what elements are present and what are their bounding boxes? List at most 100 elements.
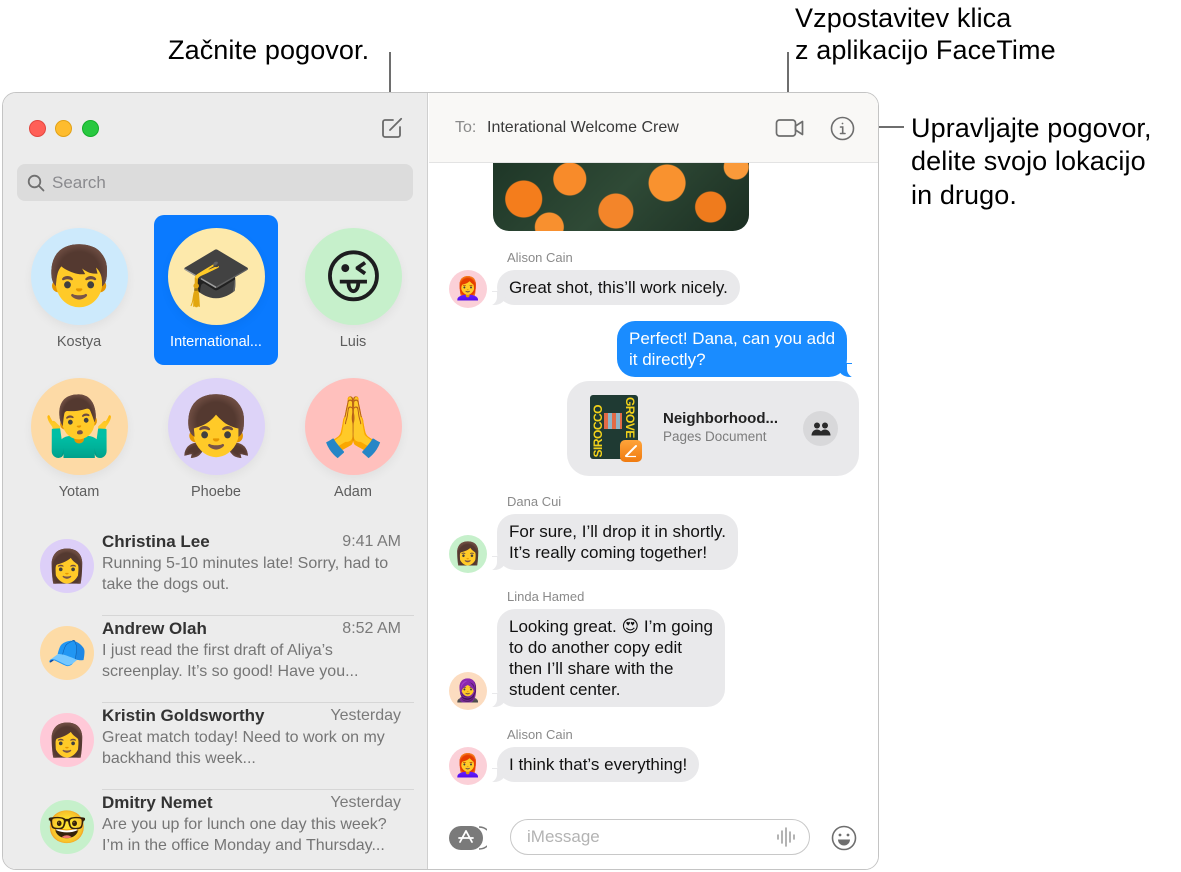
conversation-preview: Great match today! Need to work on my ba… [102, 729, 385, 767]
pinned-item-label: Luis [339, 334, 367, 350]
callout-info-line1: Upravljajte pogovor, [911, 113, 1152, 143]
video-camera-icon [775, 119, 804, 137]
avatar: 👩‍🦰 [449, 270, 487, 308]
compose-button[interactable] [380, 116, 404, 140]
message-text-line: it directly? [629, 350, 706, 369]
pinned-item-label: International... [170, 334, 262, 350]
pinned-conversations: 👦 Kostya 🎓 International... 😜 Luis 🤷‍♂️ … [3, 215, 428, 515]
apps-button[interactable] [449, 825, 492, 851]
avatar: 🧢 [40, 626, 94, 680]
zoom-window-button[interactable] [82, 120, 99, 137]
document-title: Neighborhood... [663, 410, 778, 427]
search-icon [27, 174, 45, 191]
thumbnail-text: SIROCCO [591, 405, 605, 458]
message-text-line: then I’ll share with the [509, 659, 674, 678]
sender-name: Alison Cain [507, 727, 573, 742]
conversation-time: 8:52 AM [342, 620, 401, 637]
avatar: 🤓 [40, 800, 94, 854]
message-input[interactable] [527, 827, 775, 847]
group-avatar: 🎓 [168, 228, 265, 325]
people-icon [811, 422, 830, 435]
conversation-item[interactable]: 👩 Christina Lee 9:41 AM Running 5-10 min… [3, 529, 428, 616]
conversation-list: 👩 Christina Lee 9:41 AM Running 5-10 min… [3, 529, 428, 869]
recipient-name[interactable]: Interational Welcome Crew [487, 119, 679, 137]
message-bubble: For sure, I’ll drop it in shortly. It’s … [488, 514, 738, 571]
photo-attachment[interactable] [493, 151, 749, 231]
chat-header: To: Interational Welcome Crew [429, 93, 878, 163]
close-window-button[interactable] [29, 120, 46, 137]
pinned-item-yotam[interactable]: 🤷‍♂️ Yotam [17, 365, 141, 515]
conversation-name: Andrew Olah [102, 619, 207, 638]
emoji-button[interactable] [831, 825, 857, 851]
info-icon [830, 116, 855, 141]
minimize-window-button[interactable] [55, 120, 72, 137]
audio-message-button[interactable] [775, 826, 797, 848]
avatar: 👩 [40, 539, 94, 593]
conversation-time: Yesterday [330, 794, 401, 811]
avatar: 👧 [168, 378, 265, 475]
pinned-item-phoebe[interactable]: 👧 Phoebe [154, 365, 278, 515]
message-text: I think that’s everything! [509, 755, 688, 774]
sender-name: Dana Cui [507, 494, 562, 509]
pinned-item-label: Yotam [58, 484, 100, 500]
avatar: 😜 [305, 228, 402, 325]
sender-name: Linda Hamed [507, 589, 585, 604]
conversation-item[interactable]: 👩 Kristin Goldsworthy Yesterday Great ma… [3, 703, 428, 790]
thumbnail-text: GROVE [623, 397, 637, 438]
callout-facetime-line1: Vzpostavitev klica [795, 3, 1012, 33]
composer [429, 801, 878, 869]
document-type: Pages Document [663, 429, 767, 444]
avatar: 👩 [40, 713, 94, 767]
sidebar: 👦 Kostya 🎓 International... 😜 Luis 🤷‍♂️ … [3, 93, 428, 869]
search-input[interactable] [52, 172, 392, 193]
pinned-item-international-welcome-crew[interactable]: 🎓 International... [154, 215, 278, 365]
document-attachment[interactable]: SIROCCO GROVE Neighborhood... Pages Docu… [567, 381, 859, 476]
avatar: 👩‍🦰 [449, 747, 487, 785]
conversation-name: Kristin Goldsworthy [102, 706, 265, 725]
pages-app-icon [620, 440, 642, 462]
conversation-preview: Running 5-10 minutes late! Sorry, had to… [102, 555, 389, 593]
message-text-line: Looking great. 😍 I’m going [509, 617, 713, 636]
avatar: 🙏 [305, 378, 402, 475]
search-field[interactable] [17, 164, 413, 201]
message-text: Great shot, this’ll work nicely. [509, 278, 728, 297]
conversation-preview: I just read the first draft of Aliya’s s… [102, 642, 359, 680]
message-bubble: Looking great. 😍 I’m going to do another… [488, 609, 725, 708]
message-bubble: I think that’s everything! [487, 747, 700, 783]
avatar: 👦 [31, 228, 128, 325]
conversation-preview: Are you up for lunch one day this week? … [102, 816, 387, 854]
callout-compose: Začnite pogovor. [168, 35, 370, 65]
message-field[interactable] [510, 819, 810, 855]
callout-info-line2: delite svojo lokacijo [911, 146, 1146, 176]
pinned-item-luis[interactable]: 😜 Luis [291, 215, 415, 365]
sender-name: Alison Cain [507, 250, 573, 265]
message-text-line: student center. [509, 680, 621, 699]
avatar: 👩 [449, 535, 487, 573]
avatar: 🤷‍♂️ [31, 378, 128, 475]
compose-icon [382, 117, 403, 138]
chat-pane: To: Interational Welcome Crew Alison Cai… [429, 93, 878, 869]
message-text-line: For sure, I’ll drop it in shortly. [509, 522, 726, 541]
pinned-item-adam[interactable]: 🙏 Adam [291, 365, 415, 515]
message-text-line: It’s really coming together! [509, 543, 708, 562]
facetime-button[interactable] [775, 117, 805, 139]
conversation-time: Yesterday [330, 707, 401, 724]
smiley-icon [831, 825, 857, 851]
pinned-item-label: Adam [334, 484, 372, 500]
messages-window: 👦 Kostya 🎓 International... 😜 Luis 🤷‍♂️ … [2, 92, 879, 870]
conversation-item[interactable]: 🤓 Dmitry Nemet Yesterday Are you up for … [3, 790, 428, 869]
message-bubble: Perfect! Dana, can you add it directly? [617, 321, 857, 378]
collaborators-button[interactable] [803, 411, 838, 446]
waveform-icon [777, 827, 795, 847]
avatar: 🧕 [449, 672, 487, 710]
message-text-line: to do another copy edit [509, 638, 682, 657]
callout-facetime-line2: z aplikacijo FaceTime [795, 35, 1056, 65]
conversation-time: 9:41 AM [342, 533, 401, 550]
callout-info-line3: in drugo. [911, 180, 1017, 210]
to-label: To: [455, 119, 477, 136]
conversation-name: Christina Lee [102, 532, 210, 551]
pinned-item-kostya[interactable]: 👦 Kostya [17, 215, 141, 365]
conversation-item[interactable]: 🧢 Andrew Olah 8:52 AM I just read the fi… [3, 616, 428, 703]
thumbnail-graphic [604, 413, 622, 429]
details-button[interactable] [830, 116, 855, 141]
